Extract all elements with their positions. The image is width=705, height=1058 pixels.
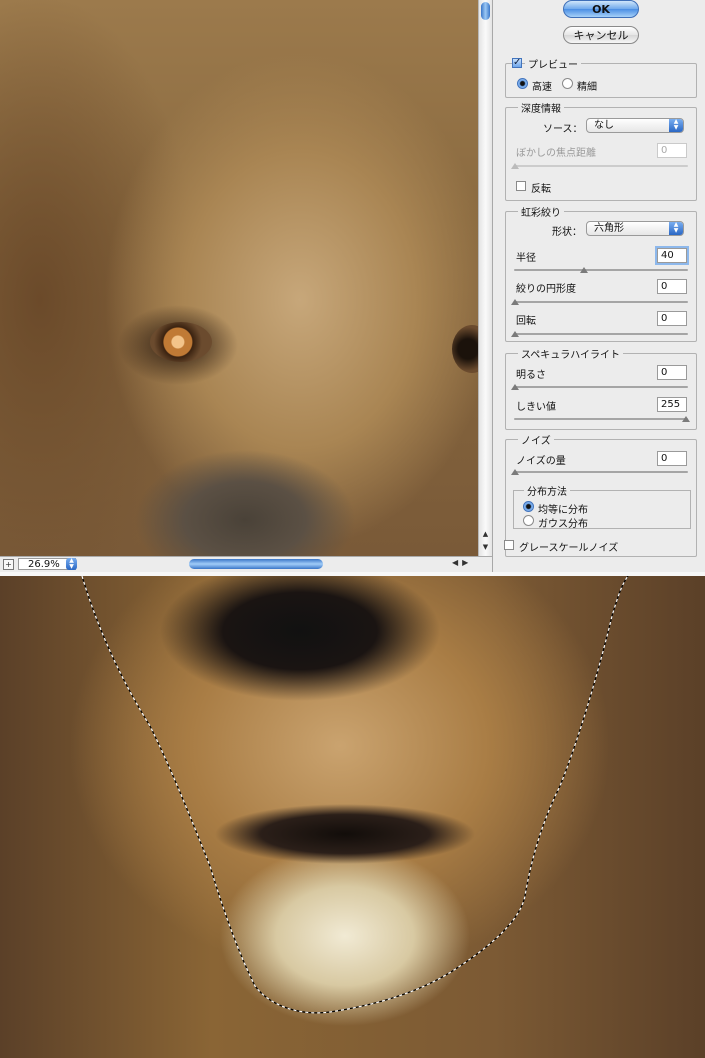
noise-amount-field[interactable]: 0	[657, 451, 687, 466]
blade-curvature-field[interactable]: 0	[657, 279, 687, 294]
shape-label: 形状：	[552, 227, 582, 238]
invert-label: 反転	[531, 184, 551, 195]
uniform-radio[interactable]	[523, 501, 534, 512]
noise-group: ノイズ ノイズの量 0 分布方法 均等に分布 ガウス分布 グレースケールノイズ	[504, 432, 697, 557]
monochromatic-label: グレースケールノイズ	[519, 543, 619, 554]
radius-slider[interactable]	[514, 267, 688, 273]
preview-checkbox[interactable]: ✓	[512, 58, 522, 68]
preview-vertical-scrollbar[interactable]: ▲ ▼	[478, 0, 492, 556]
stepper-icon: ▲ ▼	[669, 222, 683, 235]
gaussian-label: ガウス分布	[538, 519, 588, 530]
preview-status-bar: + 26.9% ▲ ▼ ◀▶	[0, 556, 492, 572]
lion-right-eye	[452, 325, 478, 373]
shape-value: 六角形	[594, 223, 624, 234]
slider-knob[interactable]	[511, 469, 519, 475]
blade-curvature-slider[interactable]	[511, 299, 688, 305]
source-value: なし	[594, 120, 614, 131]
vertical-scroll-thumb[interactable]	[481, 2, 490, 20]
focal-distance-slider[interactable]	[511, 163, 688, 169]
rotation-field[interactable]: 0	[657, 311, 687, 326]
focal-distance-field[interactable]: 0	[657, 143, 687, 158]
document-canvas[interactable]	[0, 576, 705, 1058]
rotation-slider[interactable]	[511, 331, 688, 337]
shape-select[interactable]: 六角形 ▲ ▼	[586, 221, 684, 236]
fast-radio[interactable]	[517, 78, 528, 89]
stepper-icon[interactable]: ▲ ▼	[66, 558, 77, 570]
fast-label: 高速	[532, 82, 552, 93]
brightness-slider[interactable]	[511, 384, 688, 390]
lion-left-eye	[150, 322, 212, 362]
uniform-label: 均等に分布	[538, 505, 588, 516]
slider-knob[interactable]	[511, 384, 519, 390]
brightness-field[interactable]: 0	[657, 365, 687, 380]
focal-distance-label: ぼかしの焦点距離	[516, 148, 596, 159]
radius-field[interactable]: 40	[657, 248, 687, 263]
horizontal-scroll-thumb[interactable]	[189, 559, 323, 569]
stepper-icon: ▲ ▼	[669, 119, 683, 132]
scroll-left-arrow-icon[interactable]: ◀	[452, 558, 462, 567]
threshold-field[interactable]: 255	[657, 397, 687, 412]
preview-label: プレビュー	[525, 56, 581, 71]
scroll-down-arrow-icon[interactable]: ▼	[479, 541, 492, 553]
noise-amount-slider[interactable]	[511, 469, 688, 475]
depth-map-title: 深度情報	[518, 100, 564, 115]
monochromatic-checkbox[interactable]	[504, 540, 514, 550]
specular-highlights-group: スペキュラハイライト 明るさ 0 しきい値 255	[505, 346, 697, 430]
distribution-title: 分布方法	[524, 483, 570, 498]
slider-knob[interactable]	[511, 163, 519, 169]
radius-label: 半径	[516, 253, 536, 264]
preview-group: ✓ プレビュー 高速 精細	[505, 56, 697, 98]
slider-knob[interactable]	[511, 331, 519, 337]
threshold-slider[interactable]	[514, 416, 690, 422]
invert-checkbox[interactable]	[516, 181, 526, 191]
fine-label: 精細	[577, 82, 597, 93]
depth-map-group: 深度情報 ソース： なし ▲ ▼ ぼかしの焦点距離 0 反転	[505, 100, 697, 201]
slider-knob[interactable]	[580, 267, 588, 273]
marching-ants-selection	[81, 576, 629, 1014]
brightness-label: 明るさ	[516, 370, 546, 381]
scroll-up-arrow-icon[interactable]: ▲	[479, 528, 492, 540]
ok-button[interactable]: OK	[563, 0, 639, 18]
zoom-in-icon[interactable]: +	[3, 559, 14, 570]
source-label: ソース：	[543, 124, 583, 135]
cancel-button[interactable]: キャンセル	[563, 26, 639, 44]
slider-knob[interactable]	[682, 416, 690, 422]
filter-preview-image[interactable]	[0, 0, 478, 556]
gaussian-radio[interactable]	[523, 515, 534, 526]
horizontal-scroll-arrows[interactable]: ◀▶	[452, 558, 472, 567]
blade-curvature-label: 絞りの円形度	[516, 284, 576, 295]
lens-blur-dialog: OK キャンセル ✓ プレビュー 高速 精細 深度情報 ソース： なし ▲ ▼ ぼ…	[492, 0, 705, 572]
iris-group: 虹彩絞り 形状： 六角形 ▲ ▼ 半径 40 絞りの円形度 0 回転 0	[505, 204, 697, 342]
source-select[interactable]: なし ▲ ▼	[586, 118, 684, 133]
distribution-group: 分布方法 均等に分布 ガウス分布	[513, 483, 691, 530]
fine-radio[interactable]	[562, 78, 573, 89]
rotation-label: 回転	[516, 316, 536, 327]
scroll-right-arrow-icon[interactable]: ▶	[462, 558, 472, 567]
threshold-label: しきい値	[516, 402, 556, 413]
noise-title: ノイズ	[518, 432, 554, 447]
iris-title: 虹彩絞り	[518, 204, 564, 219]
specular-title: スペキュラハイライト	[518, 346, 623, 361]
slider-knob[interactable]	[511, 299, 519, 305]
noise-amount-label: ノイズの量	[516, 456, 566, 467]
